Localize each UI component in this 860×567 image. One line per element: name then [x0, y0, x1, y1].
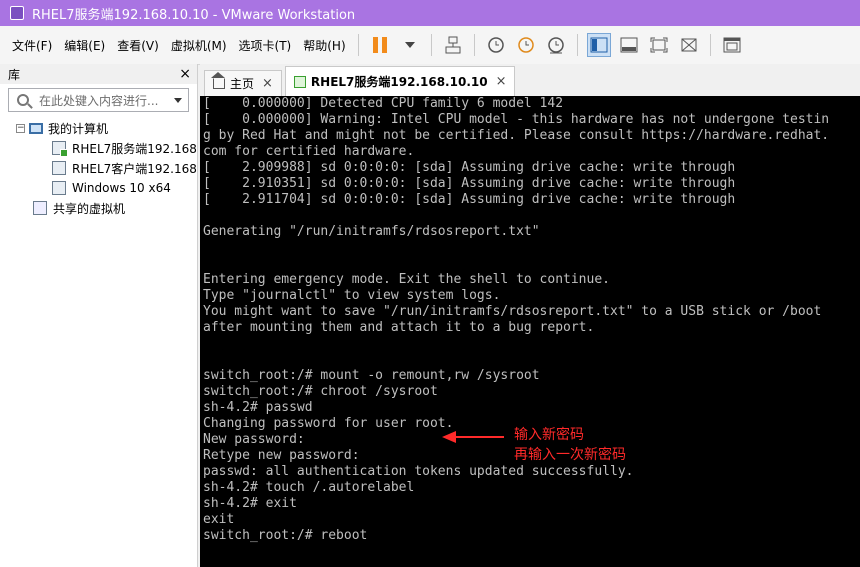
tree-label: RHEL7客户端192.168 — [72, 161, 197, 176]
tab-strip: 主页 × RHEL7服务端192.168.10.10 × — [200, 64, 860, 96]
library-title: 库 — [8, 67, 21, 82]
shared-vm-icon — [33, 201, 47, 215]
snapshot-button[interactable] — [484, 33, 508, 57]
chevron-down-icon[interactable] — [174, 97, 182, 103]
network-icon — [445, 36, 461, 54]
annotation-arrow — [456, 436, 504, 438]
full-screen-button[interactable] — [647, 33, 671, 57]
tree-label: 共享的虚拟机 — [53, 201, 126, 216]
thumbnail-bar-button[interactable] — [617, 33, 641, 57]
window-title: RHEL7服务端192.168.10.10 - VMware Workstati… — [32, 7, 356, 23]
tree-label: RHEL7服务端192.168 — [72, 141, 197, 156]
annotation-arrow-head — [442, 431, 456, 443]
library-panel-icon — [590, 37, 608, 53]
tree-item-shared-vms[interactable]: 共享的虚拟机 — [0, 198, 197, 218]
pause-icon — [372, 37, 387, 53]
tree-item-my-computer[interactable]: − 我的计算机 — [0, 118, 197, 138]
console-view-icon — [723, 37, 741, 53]
library-header: 库 × — [0, 64, 197, 84]
tab-home-close-button[interactable]: × — [262, 76, 273, 91]
thumbnail-icon — [620, 37, 638, 53]
send-ctrl-alt-del-button[interactable] — [441, 33, 465, 57]
toolbar-separator — [473, 34, 475, 56]
clock-manager-icon — [547, 37, 564, 54]
menu-edit[interactable]: 编辑(E) — [58, 37, 111, 54]
power-dropdown-button[interactable] — [398, 33, 422, 57]
menu-tabs[interactable]: 选项卡(T) — [233, 37, 298, 54]
library-search-input[interactable]: 在此处键入内容进行... — [8, 88, 189, 112]
search-icon — [17, 94, 29, 106]
menu-help[interactable]: 帮助(H) — [297, 37, 351, 54]
library-tree: − 我的计算机 RHEL7服务端192.168 RHEL7客户端192.168 … — [0, 118, 197, 218]
toolbar-separator — [430, 34, 432, 56]
menu-vm[interactable]: 虚拟机(M) — [165, 37, 233, 54]
vm-console[interactable]: [ 0.000000] Detected CPU family 6 model … — [200, 96, 860, 567]
toolbar-separator — [576, 34, 578, 56]
snapshot-manager-button[interactable] — [544, 33, 568, 57]
home-icon — [211, 72, 225, 89]
tab-vm-server[interactable]: RHEL7服务端192.168.10.10 × — [284, 66, 516, 96]
tree-item-vm[interactable]: Windows 10 x64 — [0, 178, 197, 198]
vmware-app-icon — [10, 6, 24, 20]
library-close-button[interactable]: × — [179, 66, 191, 82]
toolbar-separator — [709, 34, 711, 56]
console-view-button[interactable] — [720, 33, 744, 57]
title-bar: RHEL7服务端192.168.10.10 - VMware Workstati… — [0, 0, 860, 26]
tree-item-vm[interactable]: RHEL7服务端192.168 — [0, 138, 197, 158]
tab-home-label: 主页 — [230, 77, 255, 91]
annotation-new-password: 输入新密码 — [514, 427, 584, 443]
tree-label: Windows 10 x64 — [72, 181, 171, 195]
menu-toolbar: 文件(F) 编辑(E) 查看(V) 虚拟机(M) 选项卡(T) 帮助(H) — [0, 26, 860, 65]
unity-button[interactable] — [677, 33, 701, 57]
tree-label: 我的计算机 — [48, 121, 109, 136]
annotation-retype-password: 再输入一次新密码 — [514, 447, 626, 463]
vm-icon — [52, 181, 66, 195]
vm-icon — [52, 161, 66, 175]
tree-item-vm[interactable]: RHEL7客户端192.168 — [0, 158, 197, 178]
menu-file[interactable]: 文件(F) — [6, 37, 58, 54]
tab-vm-close-button[interactable]: × — [496, 74, 507, 89]
vm-running-icon — [52, 141, 68, 157]
menu-view[interactable]: 查看(V) — [111, 37, 165, 54]
unity-icon — [681, 38, 697, 52]
vm-running-icon — [293, 75, 306, 88]
tab-home[interactable]: 主页 × — [204, 70, 282, 96]
clock-icon — [487, 37, 504, 53]
library-panel: 库 × 在此处键入内容进行... − 我的计算机 RHEL7服务端192.168… — [0, 64, 198, 567]
console-output: [ 0.000000] Detected CPU family 6 model … — [203, 96, 830, 543]
clock-revert-icon — [517, 37, 534, 53]
toolbar-separator — [357, 34, 359, 56]
chevron-down-icon — [404, 42, 415, 48]
fullscreen-icon — [650, 37, 668, 53]
search-placeholder: 在此处键入内容进行... — [39, 93, 159, 108]
collapse-icon[interactable]: − — [16, 123, 25, 133]
tab-vm-label: RHEL7服务端192.168.10.10 — [310, 75, 488, 89]
pause-button[interactable] — [368, 33, 392, 57]
revert-snapshot-button[interactable] — [514, 33, 538, 57]
computer-icon — [29, 122, 43, 134]
show-library-button[interactable] — [586, 33, 611, 57]
